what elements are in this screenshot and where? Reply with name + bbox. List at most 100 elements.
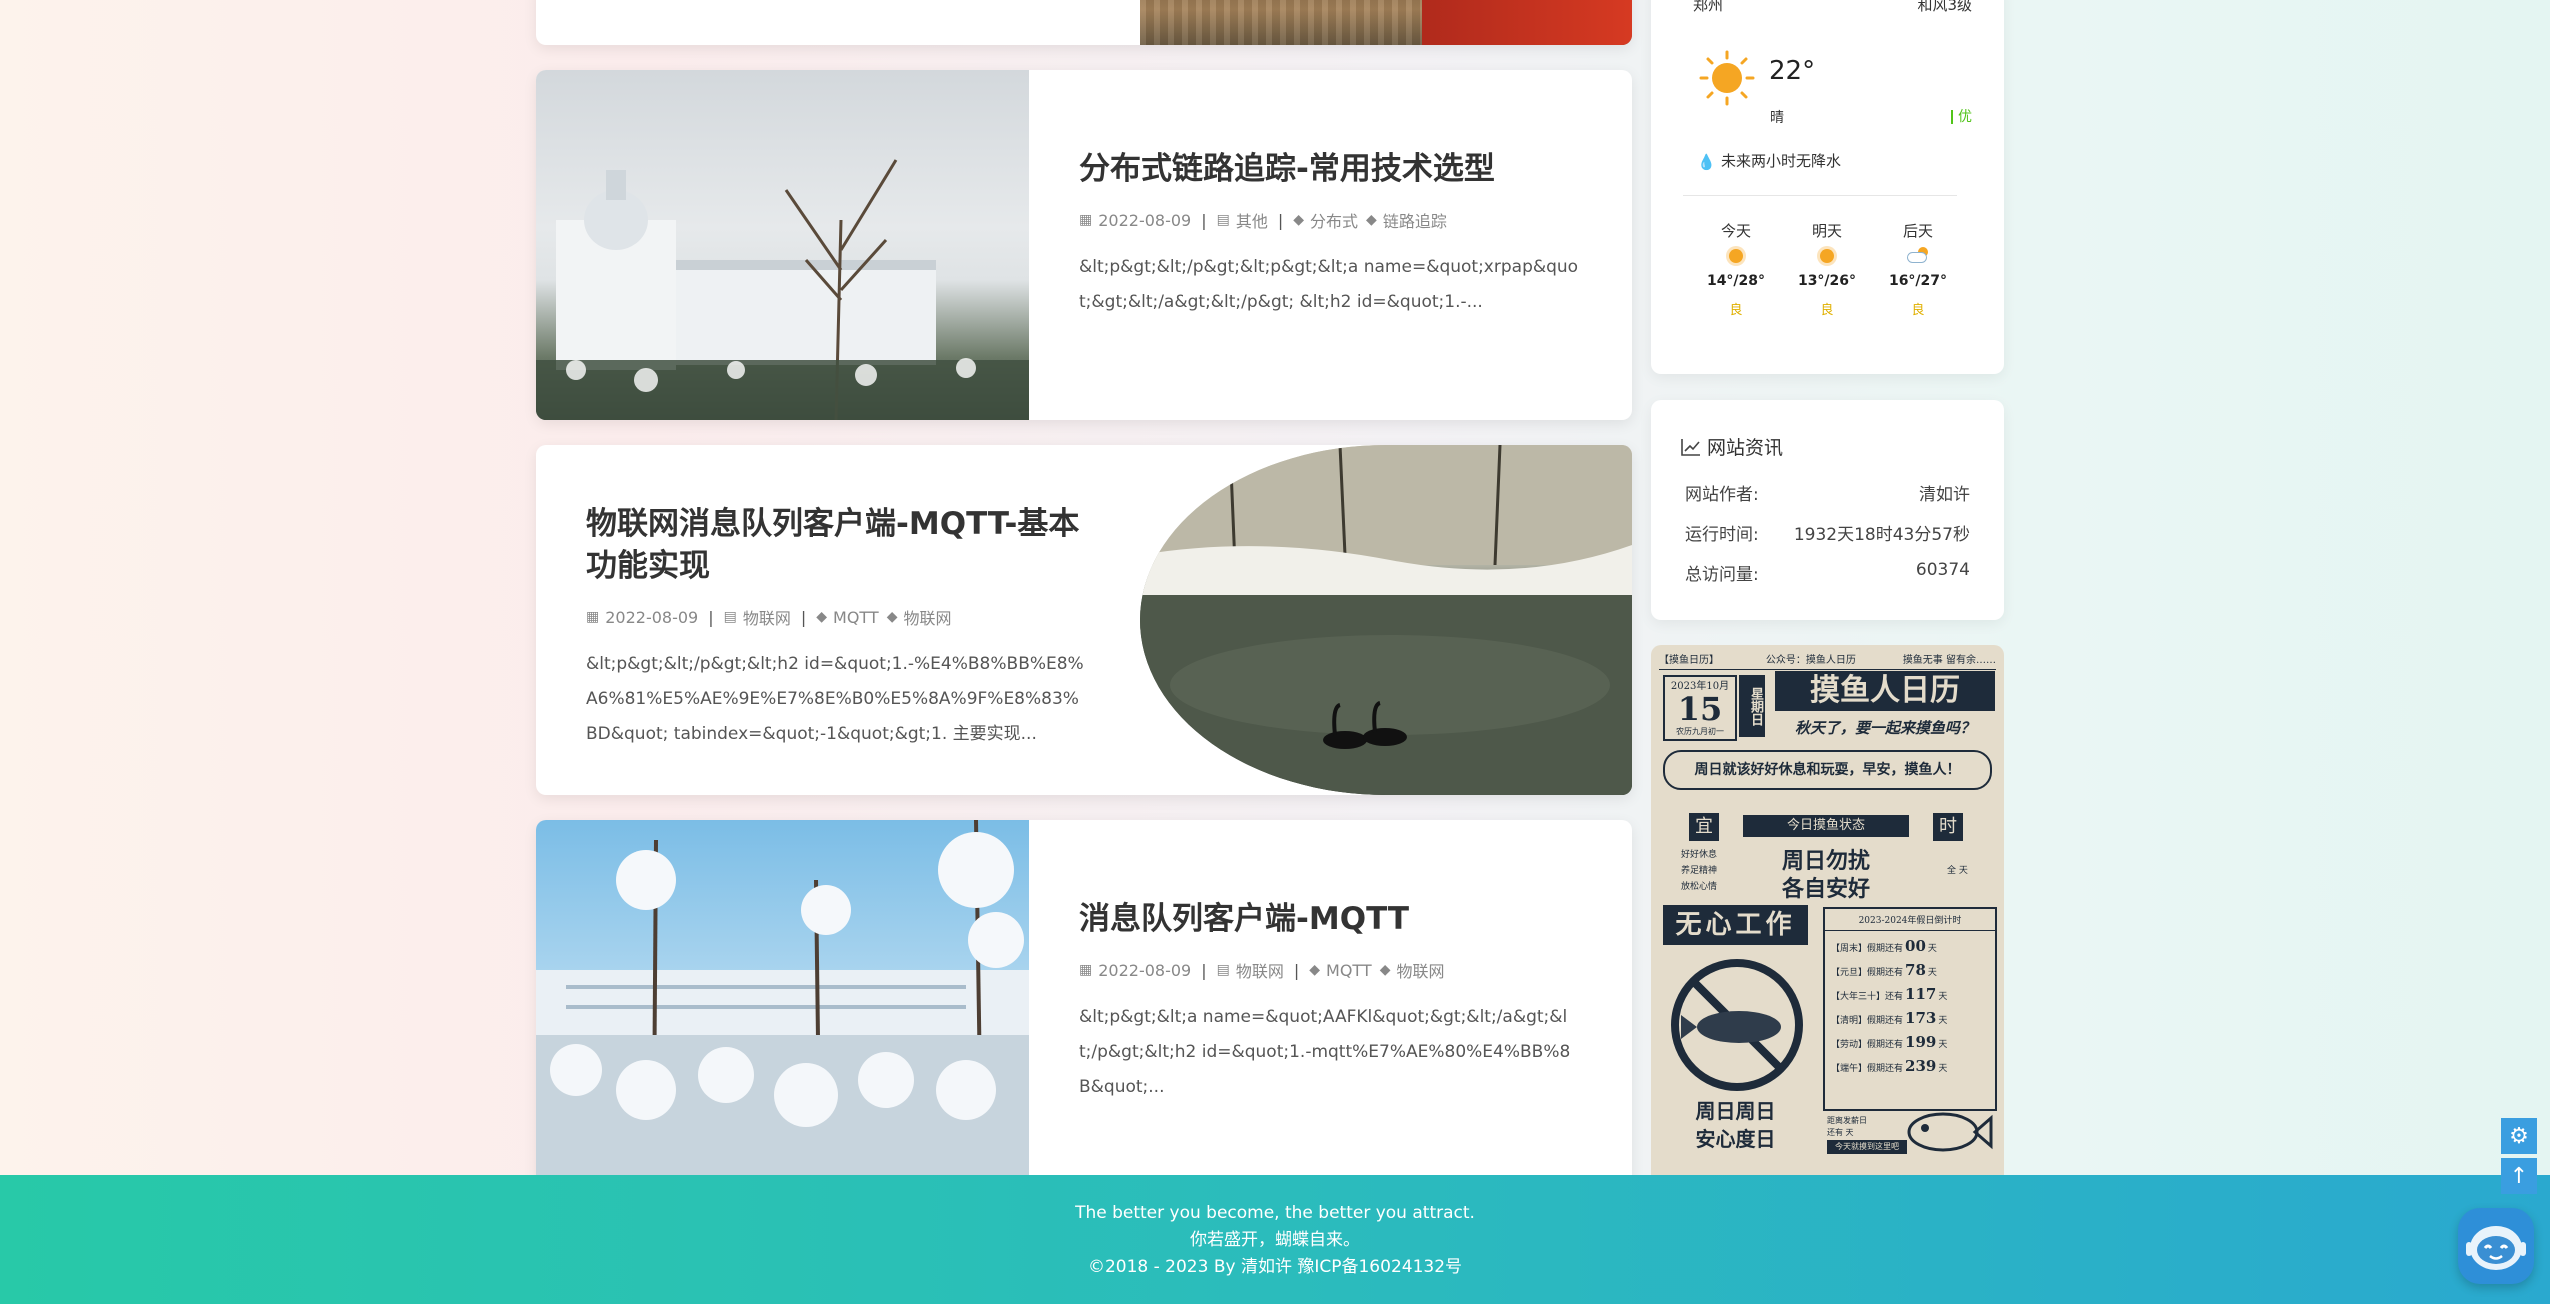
post-content: 消息队列客户端-MQTT ▦ 2022-08-09 | ▤ 物联网 | ◆ MQ… — [1079, 898, 1579, 1105]
calendar-icon: ▦ — [1079, 212, 1093, 228]
countdown-panel: 2023-2024年假日倒计时 【周末】假期还有 00 天 【元旦】假期还有 7… — [1823, 907, 1997, 1111]
category-icon: ▤ — [723, 609, 737, 625]
tag-icon: ◆ — [1379, 962, 1391, 978]
poster-header-mid: 公众号：摸鱼人日历 — [1765, 655, 1856, 666]
post-tag[interactable]: 物联网 — [1396, 958, 1444, 982]
countdown-label: 【周末】假期还有 — [1831, 944, 1904, 954]
countdown-days: 173 — [1905, 1009, 1937, 1027]
date-box: 2023年10月 15 农历九月初一 — [1663, 675, 1737, 741]
divider: | — [708, 607, 714, 627]
divider: | — [1277, 210, 1284, 230]
day-number: 15 — [1677, 690, 1723, 728]
no-fishing-icon — [1671, 959, 1803, 1091]
weather-temp: 22° — [1769, 56, 1816, 86]
countdown-row: 【周末】假期还有 00 天 — [1825, 931, 1995, 955]
divider — [1683, 195, 1957, 196]
site-info-value: 60374 — [1915, 560, 1970, 580]
site-info-label: 总访问量: — [1685, 565, 1759, 585]
post-date: 2022-08-09 — [605, 607, 699, 627]
post-card[interactable]: 物联网消息队列客户端-MQTT-基本功能实现 ▦ 2022-08-09 | ▤ … — [536, 445, 1632, 795]
post-cover-image[interactable] — [1140, 445, 1632, 795]
post-tag[interactable]: 分布式 — [1310, 208, 1358, 232]
back-to-top-button[interactable]: ↑ — [2501, 1158, 2537, 1194]
post-card[interactable]: 分布式链路追踪-常用技术选型 ▦ 2022-08-09 | ▤ 其他 | ◆ 分… — [536, 70, 1632, 420]
post-cover-image[interactable] — [536, 70, 1029, 420]
divider: | — [800, 607, 807, 627]
divider: | — [1201, 210, 1207, 230]
divider: | — [1293, 960, 1300, 980]
countdown-days: 78 — [1905, 961, 1926, 979]
forecast-aqi: 良 — [1729, 303, 1743, 318]
post-category[interactable]: 物联网 — [1236, 958, 1284, 982]
settings-button[interactable]: ⚙ — [2501, 1118, 2537, 1154]
status-line: 各自安好 — [1781, 876, 1870, 902]
weather-widget[interactable]: 郑州 和风3级 22° 晴 优 💧 未来两小时无降水 今天 14°/28° 良 … — [1651, 0, 2004, 374]
post-title[interactable]: 分布式链路追踪-常用技术选型 — [1079, 148, 1579, 190]
post-title[interactable]: 物联网消息队列客户端-MQTT-基本功能实现 — [586, 503, 1086, 587]
post-category[interactable]: 物联网 — [743, 605, 791, 629]
footer-motto-en: The better you become, the better you at… — [1075, 1203, 1475, 1223]
moyu-calendar-poster[interactable]: 【摸鱼日历】 公众号：摸鱼人日历 摸鱼无事 留有余…… 2023年10月 15 … — [1651, 645, 2004, 1185]
sun-icon — [1729, 249, 1743, 263]
left-note: 好好休息 — [1681, 850, 1718, 860]
site-info-widget: 网站资讯 网站作者: 清如许 运行时间: 1932天18时43分57秒 总访问量… — [1651, 400, 2004, 620]
left-notes: 好好休息 养足精神 放松心情 — [1681, 847, 1717, 895]
countdown-row: 【元旦】假期还有 78 天 — [1825, 955, 1995, 979]
post-title[interactable]: 消息队列客户端-MQTT — [1079, 898, 1579, 940]
forecast-range: 13°/26° — [1797, 273, 1857, 289]
post-tag[interactable]: 链路追踪 — [1383, 208, 1447, 232]
weather-wind: 和风3级 — [1917, 0, 1972, 14]
aqi-value: 优 — [1958, 109, 1972, 125]
countdown-row: 【劳动】假期还有 199 天 — [1825, 1027, 1995, 1051]
post-cover-image[interactable] — [1140, 0, 1632, 45]
poster-small-note: 今天就摸到这里吧 — [1827, 1140, 1907, 1154]
site-info-label: 运行时间: — [1685, 525, 1759, 545]
countdown-label: 【元旦】假期还有 — [1831, 968, 1904, 978]
poster-header-right: 摸鱼无事 留有余…… — [1902, 655, 1996, 666]
forecast-range: 14°/28° — [1706, 273, 1766, 289]
post-excerpt: &lt;p&gt;&lt;a name=&quot;AAFKl&quot;&gt… — [1079, 1007, 1571, 1097]
stamp-text: 无心工作 — [1663, 905, 1808, 945]
sun-icon — [1699, 50, 1755, 106]
weekday-box: 星期日 — [1739, 675, 1765, 737]
countdown-label: 【劳动】假期还有 — [1831, 1040, 1904, 1050]
countdown-row: 【端午】假期还有 239 天 — [1825, 1051, 1995, 1075]
post-tag[interactable]: 物联网 — [903, 605, 951, 629]
bottom-note: 距离发薪日 还有 天 — [1827, 1115, 1867, 1139]
tag-icon: ◆ — [886, 609, 898, 625]
forecast-day: 明天 13°/26° 良 — [1782, 220, 1872, 318]
right-note: 全 天 — [1947, 866, 1968, 876]
site-info-row: 网站作者: 清如许 — [1685, 480, 1970, 505]
forecast-aqi: 良 — [1820, 303, 1834, 318]
bottom-note-line: 还有 天 — [1827, 1128, 1854, 1137]
forecast-aqi: 良 — [1911, 303, 1925, 318]
post-meta: ▦ 2022-08-09 | ▤ 其他 | ◆ 分布式 ◆ 链路追踪 — [1079, 208, 1579, 232]
aqi-badge: 优 — [1951, 110, 1972, 124]
site-info-header: 网站资讯 — [1681, 433, 1783, 460]
post-category[interactable]: 其他 — [1236, 208, 1268, 232]
countdown-label: 【大年三十】还有 — [1831, 992, 1904, 1002]
calendar-icon: ▦ — [1079, 962, 1093, 978]
post-tag[interactable]: MQTT — [1326, 961, 1372, 980]
countdown-unit: 天 — [1938, 1064, 1948, 1074]
post-excerpt: &lt;p&gt;&lt;/p&gt;&lt;h2 id=&quot;1.-%E… — [586, 654, 1084, 744]
post-tag[interactable]: MQTT — [833, 608, 879, 627]
lunar-date: 农历九月初一 — [1676, 727, 1724, 736]
countdown-unit: 天 — [1938, 1040, 1948, 1050]
footer-copyright[interactable]: ©2018 - 2023 By 清如许 豫ICP备16024132号 — [0, 1254, 2550, 1281]
site-info-value: 清如许 — [1919, 485, 1970, 505]
settings-icon: ⚙ — [2509, 1123, 2529, 1149]
weather-condition: 晴 — [1770, 110, 1784, 126]
chatbot-button[interactable] — [2458, 1208, 2534, 1284]
forecast-day-label: 后天 — [1902, 222, 1933, 240]
poster-header: 【摸鱼日历】 公众号：摸鱼人日历 摸鱼无事 留有余…… — [1659, 651, 1996, 670]
site-info-title: 网站资讯 — [1707, 437, 1784, 459]
post-card-partial[interactable] — [536, 0, 1632, 45]
countdown-unit: 天 — [1927, 944, 1937, 954]
countdown-days: 199 — [1905, 1033, 1937, 1051]
countdown-days: 117 — [1905, 985, 1937, 1003]
post-meta: ▦ 2022-08-09 | ▤ 物联网 | ◆ MQTT ◆ 物联网 — [586, 605, 1086, 629]
poster-subtitle: 秋天了，要一起来摸鱼吗？ — [1794, 719, 1975, 737]
yi-box: 宜 — [1689, 813, 1719, 841]
tag-icon: ◆ — [1366, 212, 1377, 228]
